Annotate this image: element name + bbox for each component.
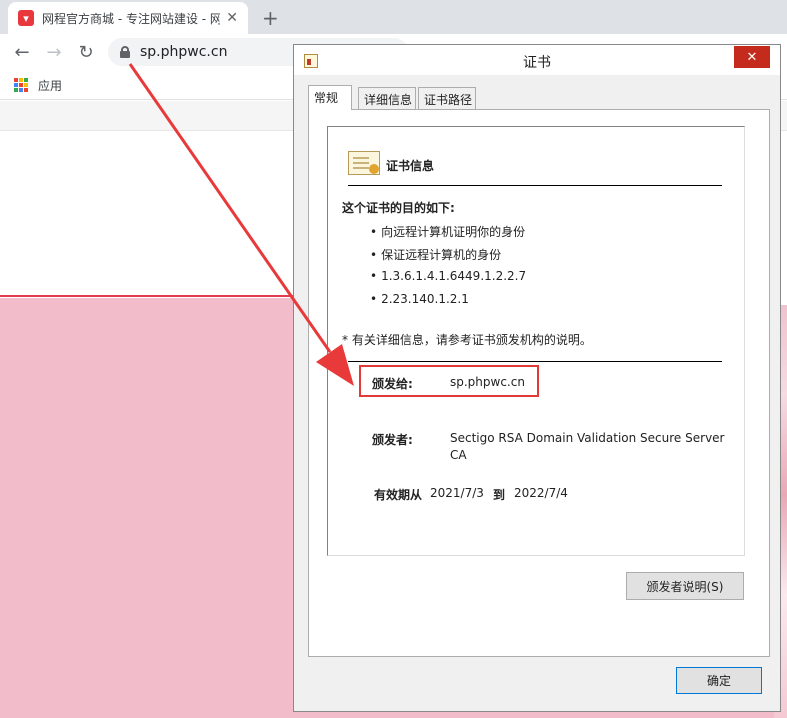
certificate-info-heading: 证书信息 xyxy=(386,159,435,173)
details-note: * 有关详细信息，请参考证书颁发机构的说明。 xyxy=(342,333,592,347)
tab-strip: ▾ 网程官方商城 - 专注网站建设 - 网 ✕ + xyxy=(0,0,787,34)
divider xyxy=(348,361,722,362)
apps-dot xyxy=(24,78,28,82)
issuer-statement-button[interactable]: 颁发者说明(S) xyxy=(626,572,744,600)
tab-close-icon[interactable]: ✕ xyxy=(226,10,238,26)
tab-certification-path[interactable]: 证书路径 xyxy=(418,87,476,109)
dialog-close-button[interactable]: ✕ xyxy=(734,46,770,68)
valid-to-value: 2022/7/4 xyxy=(514,486,568,500)
tab-title: 网程官方商城 - 专注网站建设 - 网 xyxy=(42,11,221,26)
dialog-titlebar[interactable]: 证书 ✕ xyxy=(294,45,780,75)
address-url: sp.phpwc.cn xyxy=(140,44,228,60)
purpose-item: 2.23.140.1.2.1 xyxy=(370,292,526,315)
valid-to-label: 到 xyxy=(493,488,506,502)
apps-dot xyxy=(24,83,28,87)
back-arrow-icon[interactable]: ← xyxy=(10,40,34,64)
issued-by-value-line2: CA xyxy=(450,448,467,462)
apps-dot xyxy=(14,78,18,82)
divider xyxy=(348,185,722,186)
apps-dot xyxy=(24,88,28,92)
reload-icon[interactable]: ↻ xyxy=(74,40,98,64)
issued-to-label: 颁发给: xyxy=(372,377,413,391)
purpose-title: 这个证书的目的如下: xyxy=(342,201,455,215)
purpose-item: 保证远程计算机的身份 xyxy=(370,246,526,269)
apps-dot xyxy=(19,88,23,92)
apps-dot xyxy=(14,88,18,92)
valid-from-label: 有效期从 xyxy=(374,488,423,502)
issued-by-value-line1: Sectigo RSA Domain Validation Secure Ser… xyxy=(450,431,725,445)
general-tab-panel: 证书信息 这个证书的目的如下: 向远程计算机证明你的身份 保证远程计算机的身份 … xyxy=(308,109,770,657)
lock-icon[interactable] xyxy=(120,46,130,58)
apps-dot xyxy=(19,78,23,82)
purpose-item: 1.3.6.1.4.1.6449.1.2.2.7 xyxy=(370,269,526,292)
shop-favicon-icon: ▾ xyxy=(18,10,34,26)
certificate-dialog: 证书 ✕ 常规 详细信息 证书路径 证书信息 这个证书的目的如下: 向远程计算机… xyxy=(293,44,781,712)
tab-details[interactable]: 详细信息 xyxy=(358,87,416,109)
apps-dot xyxy=(19,83,23,87)
ok-button[interactable]: 确定 xyxy=(676,667,762,694)
new-tab-icon[interactable]: + xyxy=(262,6,279,30)
valid-from-value: 2021/7/3 xyxy=(430,486,484,500)
apps-grid-icon[interactable] xyxy=(14,78,28,92)
issued-to-value: sp.phpwc.cn xyxy=(450,375,525,389)
tab-general[interactable]: 常规 xyxy=(308,85,352,110)
certificate-info-box: 证书信息 这个证书的目的如下: 向远程计算机证明你的身份 保证远程计算机的身份 … xyxy=(327,126,745,556)
issued-by-label: 颁发者: xyxy=(372,433,413,447)
dialog-title: 证书 xyxy=(523,55,551,71)
purpose-item: 向远程计算机证明你的身份 xyxy=(370,223,526,246)
browser-tab[interactable]: ▾ 网程官方商城 - 专注网站建设 - 网 ✕ xyxy=(8,2,248,34)
forward-arrow-icon[interactable]: → xyxy=(42,40,66,64)
purpose-list: 向远程计算机证明你的身份 保证远程计算机的身份 1.3.6.1.4.1.6449… xyxy=(370,223,526,315)
apps-dot xyxy=(14,83,18,87)
apps-bookmark-label[interactable]: 应用 xyxy=(38,77,62,94)
certificate-icon xyxy=(348,151,380,175)
